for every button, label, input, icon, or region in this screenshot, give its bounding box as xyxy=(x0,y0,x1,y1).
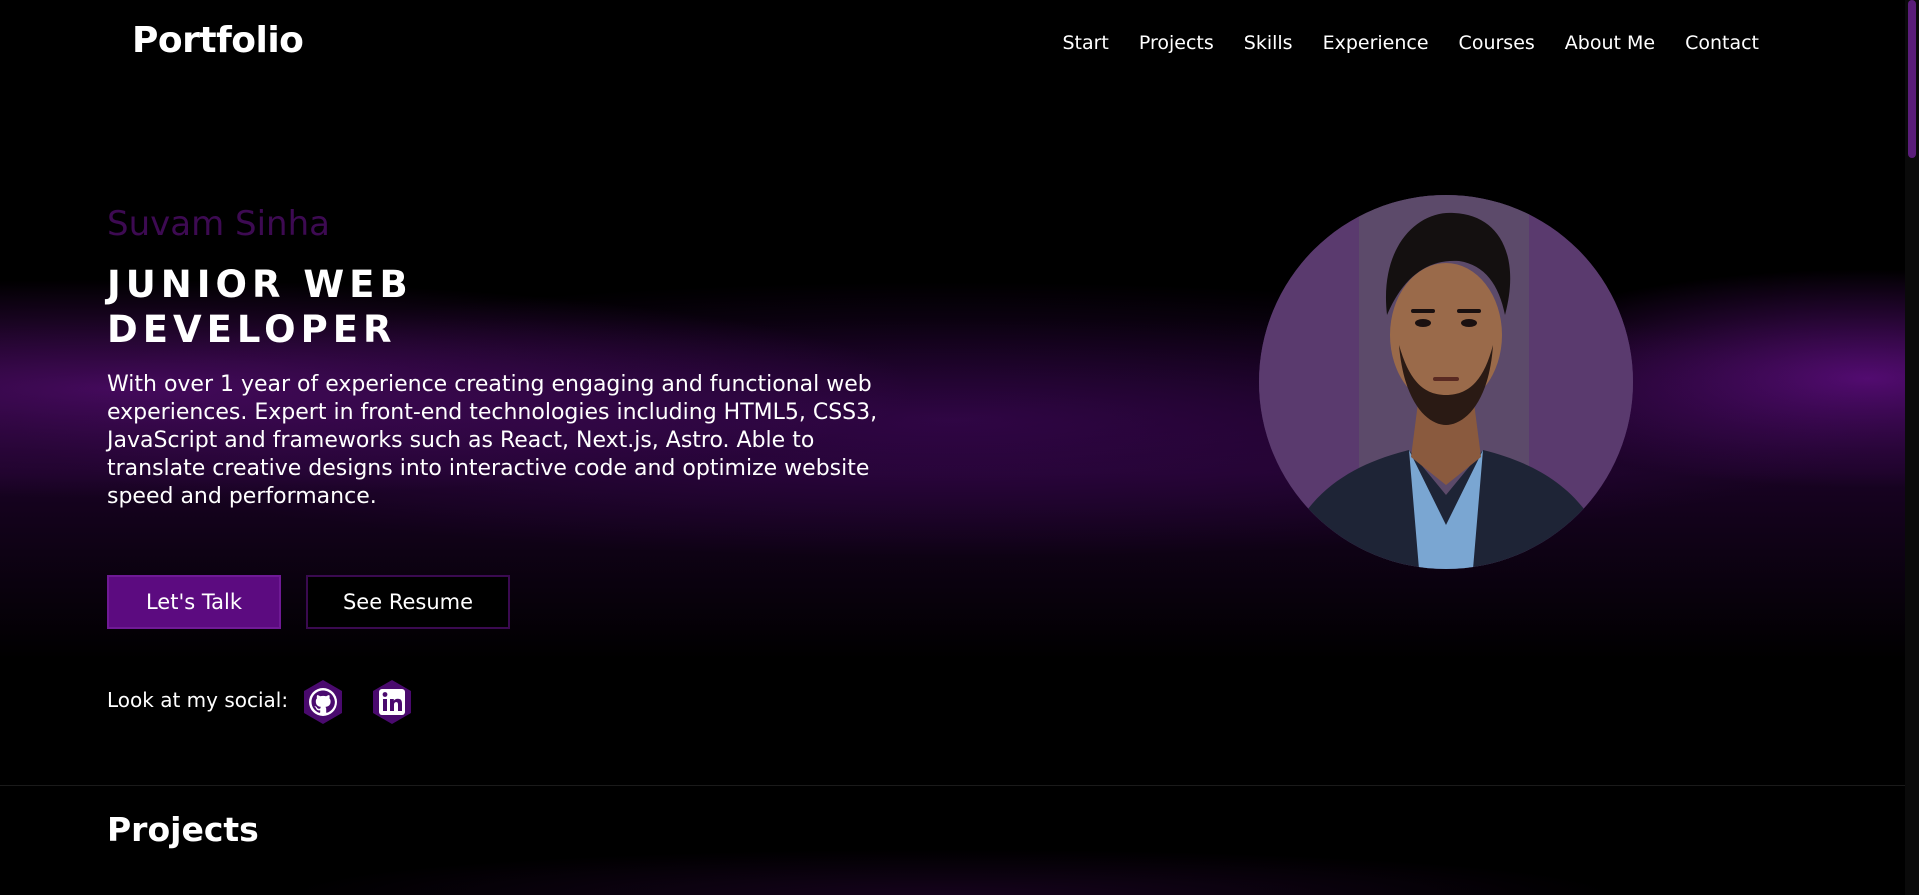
projects-background-glow xyxy=(0,786,1905,895)
hero-title: JUNIOR WEB DEVELOPER xyxy=(107,262,527,352)
nav-item-courses[interactable]: Courses xyxy=(1459,32,1535,54)
nav-item-contact[interactable]: Contact xyxy=(1685,32,1759,54)
linkedin-link[interactable] xyxy=(368,678,416,726)
hero-title-line-2: DEVELOPER xyxy=(107,308,397,351)
profile-photo xyxy=(1259,195,1633,569)
social-label: Look at my social: xyxy=(107,688,289,712)
nav-item-about-me[interactable]: About Me xyxy=(1565,32,1655,54)
hero-description: With over 1 year of experience creating … xyxy=(107,372,878,509)
profile-portrait-illustration xyxy=(1259,195,1633,569)
page-scrollbar[interactable] xyxy=(1905,0,1919,895)
site-header: Portfolio Start Projects Skills Experien… xyxy=(0,0,1905,92)
hero-title-line-1: JUNIOR WEB xyxy=(107,263,413,306)
site-logo[interactable]: Portfolio xyxy=(132,20,304,61)
main-nav: Start Projects Skills Experience Courses… xyxy=(1062,32,1759,54)
see-resume-button[interactable]: See Resume xyxy=(306,575,510,629)
hero-name: Suvam Sinha xyxy=(107,204,330,244)
projects-section-title: Projects xyxy=(107,810,259,849)
scrollbar-thumb[interactable] xyxy=(1908,0,1916,158)
github-link[interactable] xyxy=(299,678,347,726)
section-divider xyxy=(0,785,1905,786)
nav-item-start[interactable]: Start xyxy=(1062,32,1108,54)
nav-item-skills[interactable]: Skills xyxy=(1244,32,1293,54)
portfolio-page: Portfolio Start Projects Skills Experien… xyxy=(0,0,1919,895)
github-icon xyxy=(304,680,342,724)
lets-talk-button[interactable]: Let's Talk xyxy=(107,575,281,629)
nav-item-projects[interactable]: Projects xyxy=(1139,32,1214,54)
nav-item-experience[interactable]: Experience xyxy=(1323,32,1429,54)
linkedin-icon xyxy=(373,680,411,724)
